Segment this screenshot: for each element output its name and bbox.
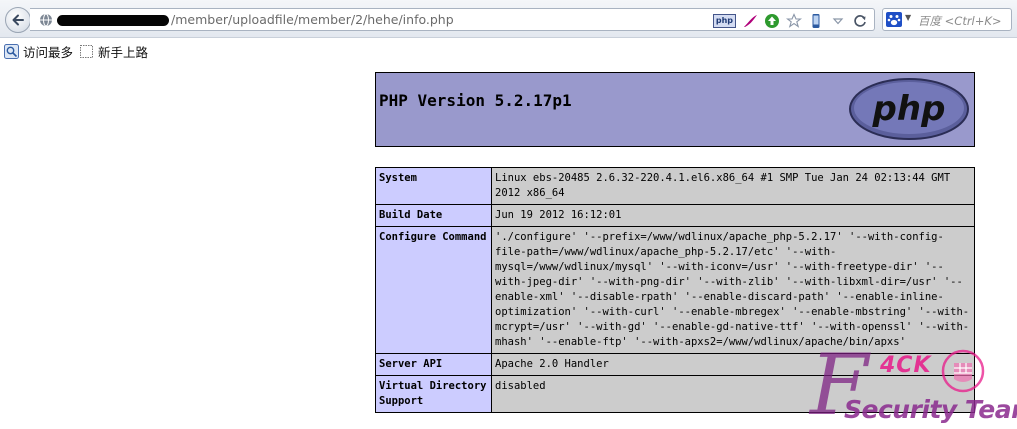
row-key: System: [375, 167, 492, 205]
table-row: Server API Apache 2.0 Handler: [375, 353, 975, 376]
php-logo-text: php: [872, 89, 946, 129]
page-bookmark-icon: [80, 45, 93, 58]
bookmark-label: 访问最多: [23, 45, 74, 60]
table-row: Virtual Directory Support disabled: [375, 375, 975, 413]
address-bar-icons: php: [712, 11, 868, 30]
bookmark-getting-started[interactable]: 新手上路: [79, 42, 148, 61]
browser-navbar: /member/uploadfile/member/2/hehe/info.ph…: [0, 0, 1017, 38]
row-value: Linux ebs-20485 2.6.32-220.4.1.el6.x86_6…: [491, 167, 975, 205]
globe-icon: [40, 13, 52, 27]
arrow-left-icon: [12, 14, 24, 26]
engine-dropdown-icon[interactable]: ▼: [905, 13, 911, 22]
row-value: './configure' '--prefix=/www/wdlinux/apa…: [491, 226, 975, 354]
mobile-phone-icon[interactable]: [808, 13, 824, 29]
row-key: Virtual Directory Support: [375, 375, 492, 413]
page-title: PHP Version 5.2.17p1: [379, 91, 572, 110]
row-key: Build Date: [375, 204, 492, 227]
php-version-header: PHP Version 5.2.17p1 php: [375, 72, 975, 147]
bookmark-most-visited[interactable]: 访问最多: [4, 42, 73, 61]
chevron-down-icon[interactable]: [830, 13, 846, 29]
php-info-table: System Linux ebs-20485 2.6.32-220.4.1.el…: [375, 167, 975, 413]
baidu-paw-icon[interactable]: [886, 12, 902, 27]
bookmarks-toolbar: 访问最多 新手上路: [0, 38, 1017, 62]
magnifier-bookmark-icon: [4, 44, 19, 59]
row-key: Configure Command: [375, 226, 492, 354]
table-row: Configure Command './configure' '--prefi…: [375, 226, 975, 354]
address-bar[interactable]: /member/uploadfile/member/2/hehe/info.ph…: [30, 8, 875, 31]
back-button[interactable]: [5, 7, 31, 33]
star-bookmark-icon[interactable]: [786, 12, 802, 29]
search-box[interactable]: ▼ 百度 <Ctrl+K>: [882, 8, 1012, 31]
redacted-domain: [57, 15, 169, 26]
row-value: disabled: [491, 375, 975, 413]
php-logo[interactable]: php: [848, 77, 970, 141]
bookmark-label: 新手上路: [98, 45, 149, 60]
reload-icon[interactable]: [852, 13, 868, 29]
green-arrow-up-icon[interactable]: [764, 13, 780, 29]
table-row: System Linux ebs-20485 2.6.32-220.4.1.el…: [375, 167, 975, 205]
search-placeholder: 百度 <Ctrl+K>: [918, 14, 1002, 28]
table-row: Build Date Jun 19 2012 16:12:01: [375, 204, 975, 227]
row-value: Apache 2.0 Handler: [491, 353, 975, 376]
row-key: Server API: [375, 353, 492, 376]
php-addon-badge[interactable]: php: [712, 13, 736, 28]
url-text: /member/uploadfile/member/2/hehe/info.ph…: [171, 12, 454, 27]
row-value: Jun 19 2012 16:12:01: [491, 204, 975, 227]
feather-icon[interactable]: [742, 13, 758, 29]
